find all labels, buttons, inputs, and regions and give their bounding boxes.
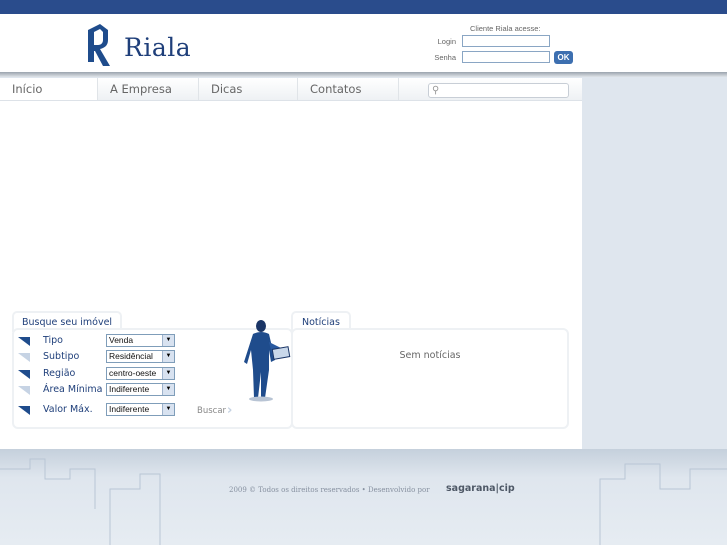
chevron-down-icon[interactable]: ▼ [162,335,174,346]
field-label: Área Mínima [43,384,103,395]
select-value: Indiferente [109,404,150,414]
subtipo-select[interactable]: Residêncial ▼ [106,350,175,363]
chevron-down-icon[interactable]: ▼ [162,404,174,415]
footer-copyright: 2009 © Todos os direitos reservados • De… [229,486,430,494]
select-value: Residêncial [109,351,153,361]
area-minima-select[interactable]: Indiferente ▼ [106,383,175,396]
chevron-down-icon[interactable]: ▼ [162,368,174,379]
buscar-button[interactable]: Buscar› [197,403,232,418]
developer-logo[interactable]: sagarana|cip [446,483,515,494]
login-title: Cliente Riala acesse: [470,24,541,33]
bullet-icon [18,353,30,362]
news-panel: Sem notícias [291,328,569,429]
bullet-icon [18,406,30,415]
select-value: Venda [109,335,134,345]
chevron-down-icon[interactable]: ▼ [162,351,174,362]
top-bar [0,0,727,14]
login-label: Login [437,37,456,46]
login-input[interactable] [462,35,550,47]
search-input[interactable]: ⚲ [428,83,569,98]
valor-max-select[interactable]: Indiferente ▼ [106,403,175,416]
nav-item-empresa[interactable]: A Empresa [98,78,199,100]
password-input[interactable] [462,51,550,63]
search-icon: ⚲ [432,85,440,96]
tipo-select[interactable]: Venda ▼ [106,334,175,347]
bullet-icon [18,337,30,346]
bullet-icon [18,386,30,395]
nav-item-inicio[interactable]: Início [0,78,98,100]
businessman-icon [244,320,291,402]
chevron-down-icon[interactable]: ▼ [162,384,174,395]
nav-item-label: Início [12,82,43,96]
chevron-right-icon: › [227,403,233,418]
regiao-select[interactable]: centro-oeste ▼ [106,367,175,380]
select-value: Indiferente [109,384,150,394]
main-nav: Início A Empresa Dicas Contatos ⚲ [0,78,582,101]
select-value: centro-oeste [109,368,157,378]
field-label: Subtipo [43,351,80,362]
main-content: Início A Empresa Dicas Contatos ⚲ Busque… [0,78,582,449]
nav-item-dicas[interactable]: Dicas [199,78,298,100]
bullet-icon [18,370,30,379]
field-label: Tipo [43,335,63,346]
nav-item-contatos[interactable]: Contatos [298,78,399,100]
no-news-text: Sem notícias [399,350,461,361]
field-label: Valor Máx. [43,404,93,415]
nav-item-label: Dicas [211,82,243,96]
nav-item-label: A Empresa [110,82,172,96]
city-skyline-icon [0,458,727,545]
brand-name[interactable]: Riala [124,33,191,62]
field-label: Região [43,368,76,379]
login-ok-button[interactable]: OK [554,51,573,64]
login-form: Cliente Riala acesse: Login Senha OK [420,24,580,70]
password-label: Senha [434,53,456,62]
nav-item-label: Contatos [310,82,362,96]
buscar-label: Buscar [197,406,227,416]
header-divider [0,72,727,77]
